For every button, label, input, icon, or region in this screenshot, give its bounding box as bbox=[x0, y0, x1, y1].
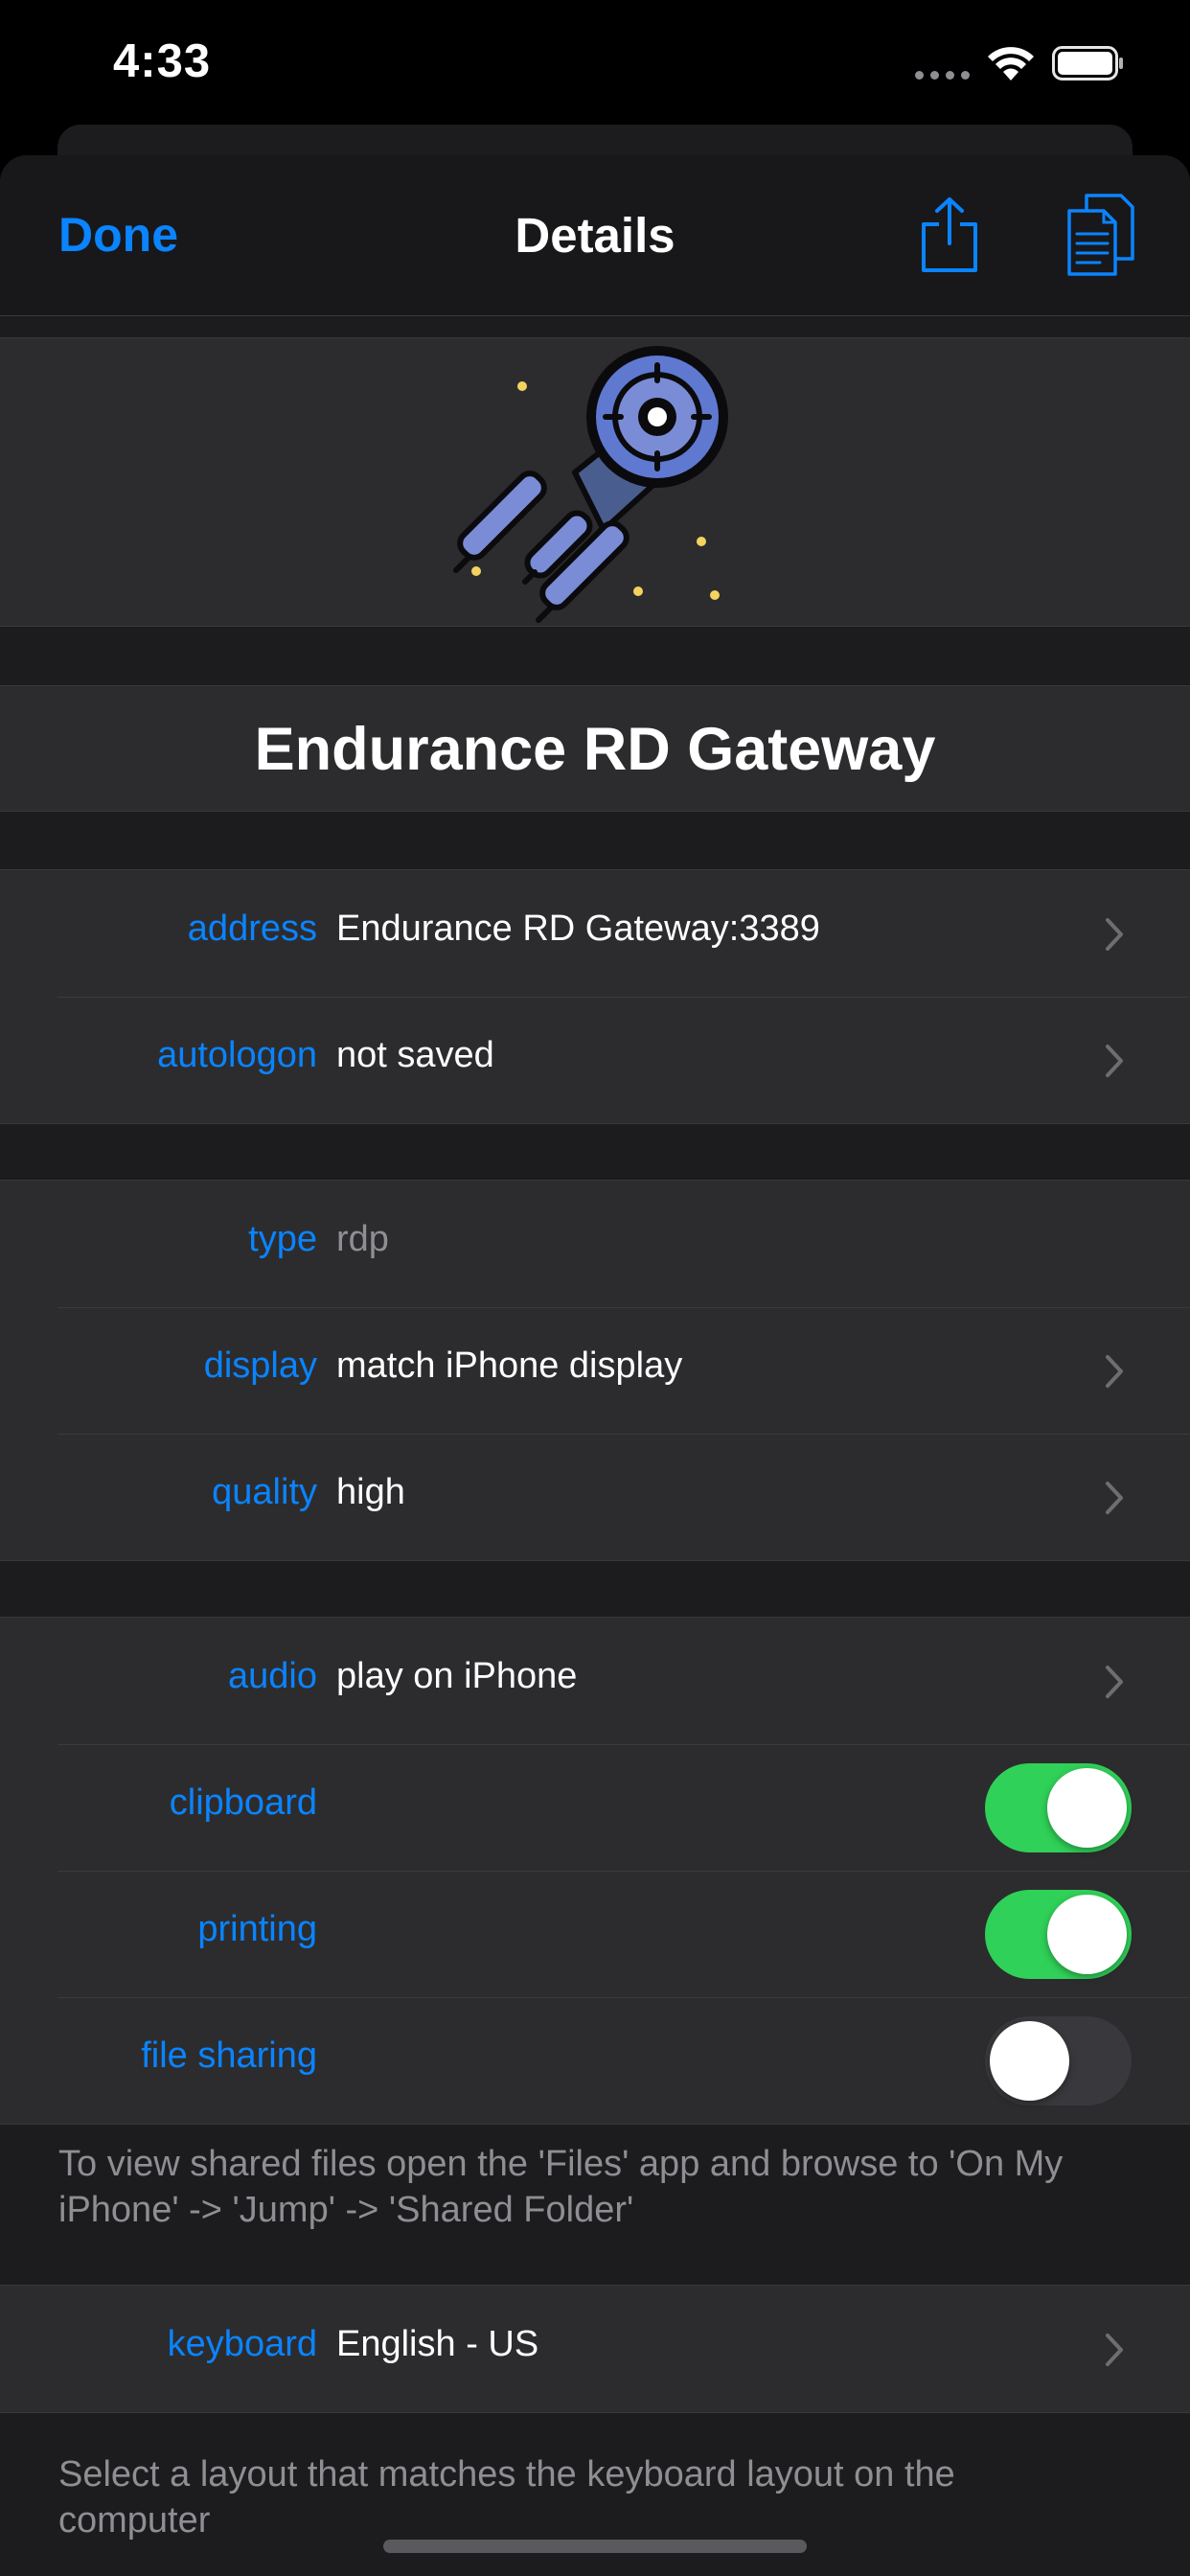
toggle-knob bbox=[1047, 1768, 1127, 1848]
keyboard-label: keyboard bbox=[167, 2324, 317, 2364]
chevron-right-icon bbox=[1106, 1482, 1123, 1514]
audio-label: audio bbox=[228, 1656, 317, 1696]
page-title: Details bbox=[515, 208, 675, 263]
printing-label: printing bbox=[197, 1909, 317, 1949]
file-sharing-footnote: To view shared files open the 'Files' ap… bbox=[58, 2144, 1064, 2230]
spaceship-icon[interactable] bbox=[450, 338, 747, 626]
printing-row: printing bbox=[0, 1871, 1190, 1997]
file-sharing-toggle[interactable] bbox=[985, 2016, 1132, 2105]
quality-label: quality bbox=[212, 1472, 317, 1512]
keyboard-group: keyboard English - US bbox=[0, 2285, 1190, 2413]
keyboard-value: English - US bbox=[336, 2324, 539, 2364]
toggle-knob bbox=[990, 2021, 1069, 2101]
chevron-right-icon bbox=[1106, 2334, 1123, 2366]
navigation-bar: Done Details bbox=[0, 155, 1190, 316]
keyboard-footnote: Select a layout that matches the keyboar… bbox=[58, 2454, 955, 2541]
chevron-right-icon bbox=[1106, 1355, 1123, 1388]
audio-value: play on iPhone bbox=[336, 1656, 578, 1696]
display-value: match iPhone display bbox=[336, 1346, 683, 1386]
type-label: type bbox=[248, 1219, 317, 1259]
autologon-label: autologon bbox=[157, 1035, 317, 1075]
display-label: display bbox=[203, 1346, 317, 1386]
icon-section bbox=[0, 337, 1190, 627]
documents-icon[interactable] bbox=[1065, 192, 1136, 278]
autologon-row[interactable]: autologon not saved bbox=[0, 997, 1190, 1123]
address-value: Endurance RD Gateway:3389 bbox=[336, 908, 820, 949]
clipboard-row: clipboard bbox=[0, 1744, 1190, 1871]
sharing-group: audio play on iPhone clipboard printing … bbox=[0, 1617, 1190, 2125]
screen: 4:33 Done Details Endurance RD Gateway a… bbox=[0, 0, 1190, 2576]
audio-row[interactable]: audio play on iPhone bbox=[0, 1618, 1190, 1744]
status-bar: 4:33 bbox=[0, 0, 1190, 129]
display-row[interactable]: display match iPhone display bbox=[0, 1307, 1190, 1434]
clipboard-toggle[interactable] bbox=[985, 1763, 1132, 1852]
connection-name-section[interactable]: Endurance RD Gateway bbox=[0, 685, 1190, 812]
chevron-right-icon bbox=[1106, 1045, 1123, 1077]
details-sheet: Done Details Endurance RD Gateway addres… bbox=[0, 155, 1190, 2576]
battery-icon bbox=[1052, 46, 1123, 80]
home-indicator bbox=[383, 2540, 807, 2553]
connection-name: Endurance RD Gateway bbox=[254, 716, 936, 783]
keyboard-row[interactable]: keyboard English - US bbox=[0, 2286, 1190, 2412]
file-sharing-label: file sharing bbox=[141, 2036, 317, 2076]
address-row[interactable]: address Endurance RD Gateway:3389 bbox=[0, 870, 1190, 997]
chevron-right-icon bbox=[1106, 918, 1123, 951]
clipboard-label: clipboard bbox=[169, 1782, 317, 1823]
connection-group: address Endurance RD Gateway:3389 autolo… bbox=[0, 869, 1190, 1124]
address-label: address bbox=[187, 908, 317, 949]
quality-row[interactable]: quality high bbox=[0, 1434, 1190, 1560]
chevron-right-icon bbox=[1106, 1666, 1123, 1698]
file-sharing-row: file sharing bbox=[0, 1997, 1190, 2124]
status-time: 4:33 bbox=[113, 35, 212, 87]
toggle-knob bbox=[1047, 1895, 1127, 1974]
type-value: rdp bbox=[336, 1219, 389, 1259]
display-settings-group: type rdp display match iPhone display qu… bbox=[0, 1180, 1190, 1561]
quality-value: high bbox=[336, 1472, 405, 1512]
wifi-icon bbox=[988, 47, 1034, 80]
cellular-signal-icon bbox=[915, 71, 971, 80]
share-icon[interactable] bbox=[918, 196, 981, 274]
printing-toggle[interactable] bbox=[985, 1890, 1132, 1979]
autologon-value: not saved bbox=[336, 1035, 494, 1075]
type-row: type rdp bbox=[0, 1181, 1190, 1307]
